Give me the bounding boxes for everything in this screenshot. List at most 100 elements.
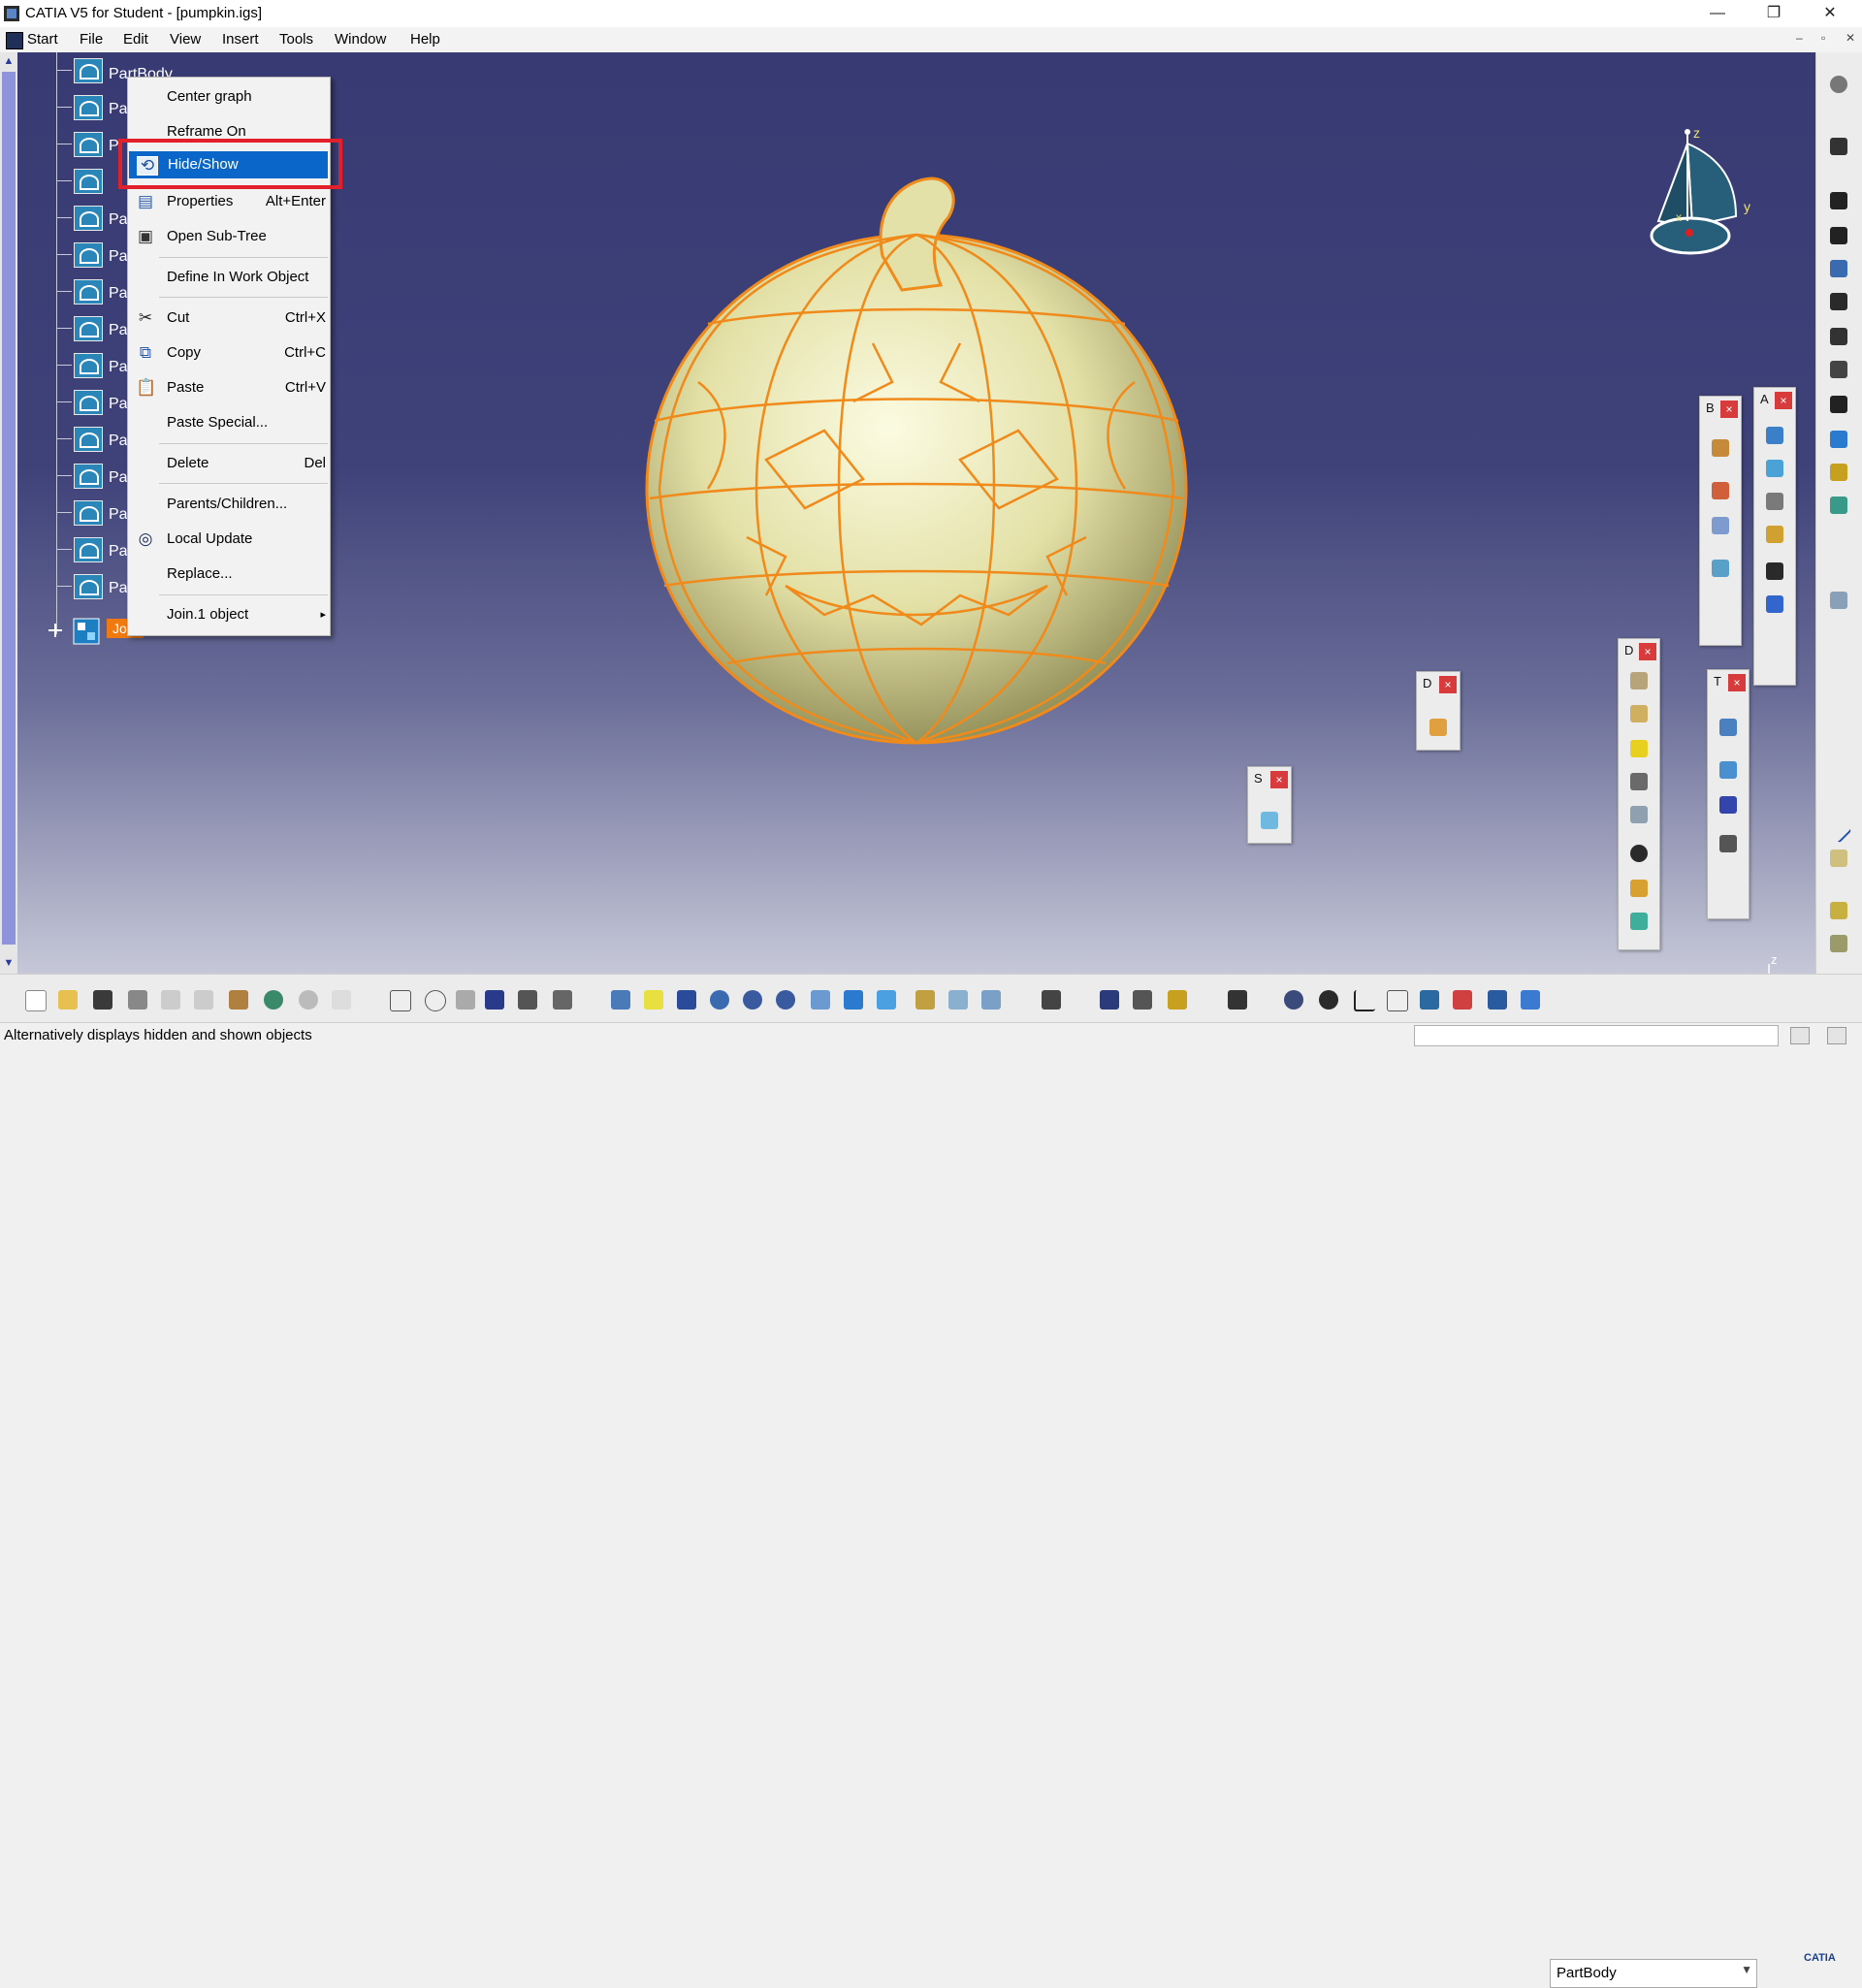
- menu-tools[interactable]: Tools: [279, 31, 313, 48]
- tree-label[interactable]: Pa: [109, 506, 128, 524]
- new-file-icon[interactable]: [21, 986, 48, 1013]
- boolean-tool-icon[interactable]: [1708, 478, 1733, 503]
- multi-section-tool-icon[interactable]: [1762, 522, 1787, 547]
- assemble-tool-icon[interactable]: [1708, 556, 1733, 581]
- tree-node-icon[interactable]: [56, 535, 105, 562]
- save-icon[interactable]: [89, 986, 116, 1013]
- parameter-icon[interactable]: [452, 986, 479, 1013]
- menu-paste[interactable]: 📋 Paste Ctrl+V: [128, 374, 330, 401]
- palette-t[interactable]: T ×: [1707, 669, 1750, 919]
- menu-insert[interactable]: Insert: [222, 31, 259, 48]
- tree-label[interactable]: Pa: [109, 433, 128, 450]
- layers-icon[interactable]: [1826, 898, 1851, 923]
- translate-tool-icon[interactable]: [1716, 715, 1741, 740]
- zoom-out-icon[interactable]: [772, 986, 799, 1013]
- iso-view-icon[interactable]: [873, 986, 900, 1013]
- undo-icon[interactable]: [260, 986, 287, 1013]
- settings-gear-icon[interactable]: [1826, 72, 1851, 97]
- table-icon[interactable]: [481, 986, 508, 1013]
- rotate-tool-icon[interactable]: [1716, 757, 1741, 783]
- menu-open-sub-tree[interactable]: ▣ Open Sub-Tree: [128, 223, 330, 250]
- tree-node-icon[interactable]: [56, 351, 105, 378]
- tree-label[interactable]: Pa: [109, 469, 128, 487]
- palette-t-close-icon[interactable]: ×: [1728, 674, 1746, 691]
- doc-close-button[interactable]: ✕: [1846, 31, 1855, 45]
- tree-label[interactable]: Pa: [109, 322, 128, 339]
- scroll-down-arrow-icon[interactable]: ▼: [2, 956, 16, 970]
- tree-node-icon[interactable]: [56, 572, 105, 599]
- shaft-icon[interactable]: [1826, 256, 1851, 281]
- zoom-in-icon[interactable]: [739, 986, 766, 1013]
- tree-label[interactable]: Pa: [109, 101, 128, 118]
- close-surface-icon[interactable]: [1826, 493, 1851, 518]
- palette-d-close-icon[interactable]: ×: [1639, 643, 1656, 660]
- status-grid-icon[interactable]: [1827, 1027, 1846, 1044]
- palette-d-1[interactable]: D ×: [1618, 638, 1660, 950]
- menu-join-object-submenu[interactable]: Join.1 object ▸: [128, 601, 330, 628]
- swap-visible-icon[interactable]: [978, 986, 1005, 1013]
- plane-icon[interactable]: [1826, 588, 1851, 613]
- tree-label[interactable]: Pa: [109, 211, 128, 229]
- menu-start[interactable]: Start: [27, 31, 58, 48]
- extrude-tool-icon[interactable]: [1762, 423, 1787, 448]
- grid-pattern-icon[interactable]: [1716, 792, 1741, 818]
- palette-a[interactable]: A ×: [1753, 387, 1796, 686]
- publish-icon[interactable]: [1416, 986, 1443, 1013]
- stack-icon[interactable]: [1826, 931, 1851, 956]
- tree-node-icon[interactable]: [56, 240, 105, 268]
- constraint-icon[interactable]: [1449, 986, 1476, 1013]
- surface-tool-icon[interactable]: [1708, 435, 1733, 461]
- doc-restore-button[interactable]: ▫: [1821, 31, 1825, 45]
- hole-icon[interactable]: [1826, 289, 1851, 314]
- palette-d-2[interactable]: D ×: [1416, 671, 1461, 751]
- start-menu-icon[interactable]: [6, 32, 23, 49]
- scroll-up-arrow-icon[interactable]: ▲: [2, 54, 16, 68]
- slot-icon[interactable]: [1826, 357, 1851, 382]
- knowledge-icon[interactable]: [421, 986, 448, 1013]
- loft-icon[interactable]: [1826, 427, 1851, 452]
- menu-cut[interactable]: ✂ Cut Ctrl+X: [128, 305, 330, 332]
- copy-toolbar-icon[interactable]: [190, 986, 217, 1013]
- shading-icon[interactable]: [912, 986, 939, 1013]
- work-object-icon[interactable]: [1517, 986, 1544, 1013]
- solid-tool-icon[interactable]: [1626, 736, 1652, 761]
- palette-b[interactable]: B ×: [1699, 396, 1742, 646]
- redo-icon[interactable]: [295, 986, 322, 1013]
- menu-window[interactable]: Window: [335, 31, 386, 48]
- tree-node-icon[interactable]: [56, 56, 105, 83]
- current-body-select[interactable]: PartBody ▼: [1550, 1959, 1757, 1988]
- pan-icon[interactable]: [673, 986, 700, 1013]
- union-tool-icon[interactable]: [1708, 513, 1733, 538]
- menu-copy[interactable]: ⧉ Copy Ctrl+C: [128, 339, 330, 367]
- tree-node-icon[interactable]: [56, 388, 105, 415]
- revolve-tool-icon[interactable]: [1762, 489, 1787, 514]
- fly-mode-icon[interactable]: [607, 986, 634, 1013]
- menu-help[interactable]: Help: [410, 31, 440, 48]
- point-icon[interactable]: [1826, 784, 1851, 809]
- split-tool-icon[interactable]: [1626, 668, 1652, 693]
- dimension-icon[interactable]: [1096, 986, 1123, 1013]
- fit-all-icon[interactable]: [640, 986, 667, 1013]
- pocket-icon[interactable]: [1826, 223, 1851, 248]
- menu-view[interactable]: View: [170, 31, 201, 48]
- catalog-browser-icon[interactable]: [1129, 986, 1156, 1013]
- tree-node-icon[interactable]: [56, 425, 105, 452]
- close-button[interactable]: ✕: [1802, 0, 1858, 27]
- formula-icon[interactable]: [386, 986, 413, 1013]
- navigation-compass[interactable]: z y x: [1639, 124, 1765, 260]
- tree-label[interactable]: Pa: [109, 248, 128, 266]
- tree-node-icon[interactable]: [56, 167, 105, 194]
- sketch-tool-icon[interactable]: [1257, 808, 1282, 833]
- palette-b-close-icon[interactable]: ×: [1720, 401, 1738, 418]
- status-toggle-icon[interactable]: [1790, 1027, 1810, 1044]
- axis-system-icon[interactable]: [1350, 986, 1377, 1013]
- line-icon[interactable]: [1825, 817, 1852, 844]
- tree-label[interactable]: Pa: [109, 543, 128, 561]
- menu-parents-children[interactable]: Parents/Children...: [128, 491, 330, 518]
- sketcher-icon[interactable]: [1826, 134, 1851, 159]
- update-icon[interactable]: [1280, 986, 1307, 1013]
- stiffener-icon[interactable]: [1826, 392, 1851, 417]
- normal-view-icon[interactable]: [807, 986, 834, 1013]
- capture-camera-icon[interactable]: [1224, 986, 1251, 1013]
- scrollbar-thumb[interactable]: [2, 72, 16, 945]
